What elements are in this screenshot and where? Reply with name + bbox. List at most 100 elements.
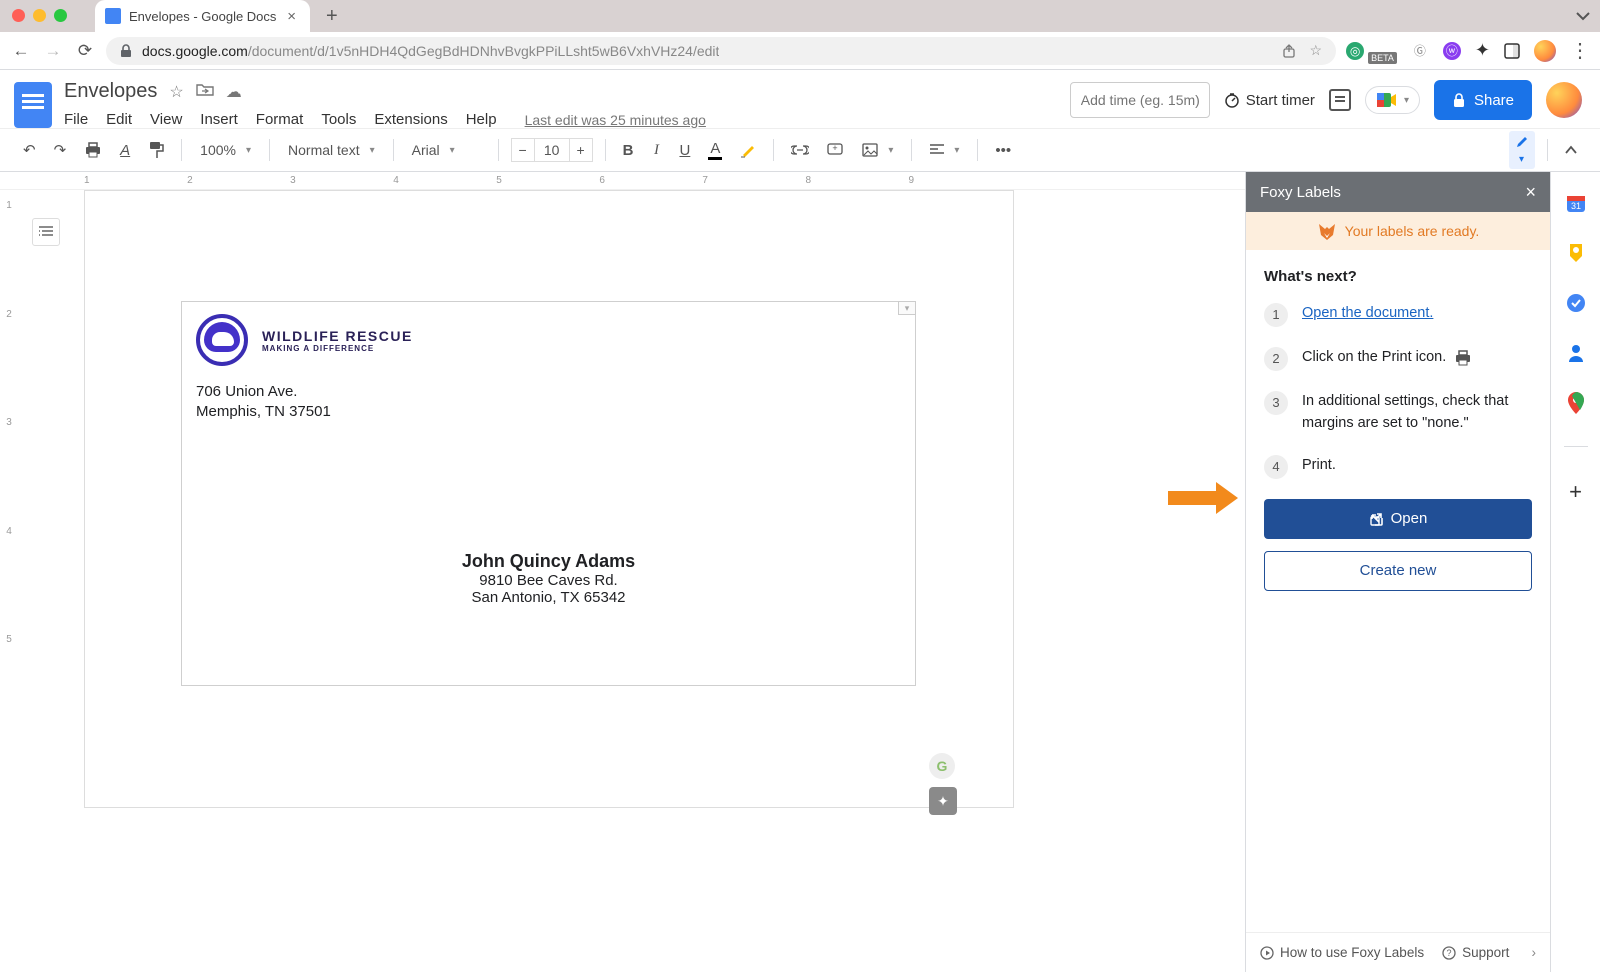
- highlight-button[interactable]: [735, 138, 761, 162]
- menu-file[interactable]: File: [64, 111, 88, 128]
- side-panel-icon[interactable]: [1504, 43, 1520, 59]
- font-size-control[interactable]: − 10 +: [511, 138, 593, 162]
- chrome-menu-icon[interactable]: ⋮: [1570, 38, 1590, 63]
- extensions-menu-icon[interactable]: ✦: [1475, 40, 1490, 61]
- close-addon-icon[interactable]: ×: [1525, 182, 1536, 203]
- last-edit-link[interactable]: Last edit was 25 minutes ago: [525, 112, 706, 128]
- back-button[interactable]: ←: [10, 41, 32, 61]
- chevron-down-icon: ▾: [1404, 95, 1409, 106]
- envelope-content[interactable]: ▾ WILDLIFE RESCUE MAKING A DIFFERENCE 70…: [181, 301, 916, 686]
- more-tools-button[interactable]: •••: [990, 138, 1016, 163]
- align-button[interactable]: ▾: [924, 140, 965, 160]
- docs-logo[interactable]: [14, 82, 52, 128]
- meet-button[interactable]: ▾: [1365, 86, 1420, 114]
- bold-button[interactable]: B: [618, 138, 639, 163]
- step-3: 3 In additional settings, check that mar…: [1264, 391, 1532, 435]
- sender-tagline: MAKING A DIFFERENCE: [262, 344, 413, 353]
- window-controls[interactable]: [12, 9, 67, 22]
- open-label: Open: [1391, 510, 1428, 527]
- increase-font-button[interactable]: +: [569, 138, 593, 162]
- redo-button[interactable]: ↷: [49, 137, 72, 163]
- link-button[interactable]: [786, 141, 814, 159]
- text-color-button[interactable]: A: [703, 136, 727, 164]
- return-address-line2: Memphis, TN 37501: [196, 402, 901, 422]
- contacts-icon[interactable]: [1565, 342, 1587, 364]
- grammarly-icon[interactable]: Ⓖ: [1411, 42, 1429, 60]
- spellcheck-button[interactable]: A: [115, 138, 135, 163]
- menu-view[interactable]: View: [150, 111, 182, 128]
- menu-help[interactable]: Help: [466, 111, 497, 128]
- menu-extensions[interactable]: Extensions: [374, 111, 447, 128]
- zoom-select[interactable]: 100%▾: [194, 138, 257, 162]
- document-canvas[interactable]: 123456789 12345 ▾ WILDLIFE RESCUE: [0, 172, 1245, 972]
- tasks-icon[interactable]: [1565, 292, 1587, 314]
- extension-icon-2[interactable]: ⓦ: [1443, 42, 1461, 60]
- image-button[interactable]: ▾: [856, 139, 899, 161]
- lock-icon: [120, 44, 132, 58]
- explore-button[interactable]: ✦: [929, 787, 957, 815]
- addon-header: Foxy Labels ×: [1246, 172, 1550, 212]
- style-select[interactable]: Normal text▾: [282, 138, 381, 162]
- document-title[interactable]: Envelopes: [64, 80, 157, 103]
- extension-icon[interactable]: ◎: [1346, 42, 1364, 60]
- support-link[interactable]: ? Support: [1442, 945, 1509, 960]
- address-bar[interactable]: docs.google.com/document/d/1v5nHDH4QdGeg…: [106, 37, 1336, 65]
- account-avatar[interactable]: [1546, 82, 1582, 118]
- outline-toggle-button[interactable]: [32, 218, 60, 246]
- comment-button[interactable]: +: [822, 139, 848, 161]
- url-text: docs.google.com/document/d/1v5nHDH4QdGeg…: [142, 43, 719, 59]
- step-number: 1: [1264, 303, 1288, 327]
- font-size-value[interactable]: 10: [535, 138, 569, 162]
- print-icon: [1454, 350, 1472, 366]
- add-time-input[interactable]: [1070, 82, 1210, 118]
- step-2: 2 Click on the Print icon.: [1264, 347, 1532, 371]
- menu-insert[interactable]: Insert: [200, 111, 238, 128]
- browser-tab[interactable]: Envelopes - Google Docs ×: [95, 0, 310, 32]
- close-tab-icon[interactable]: ×: [287, 8, 296, 25]
- new-tab-button[interactable]: +: [326, 5, 338, 28]
- start-timer-button[interactable]: Start timer: [1224, 92, 1315, 109]
- tab-overflow-icon[interactable]: [1576, 11, 1590, 21]
- how-to-link[interactable]: How to use Foxy Labels: [1260, 945, 1424, 960]
- print-button[interactable]: [79, 138, 107, 162]
- share-url-icon[interactable]: [1282, 44, 1296, 58]
- keep-icon[interactable]: [1565, 242, 1587, 264]
- maps-icon[interactable]: [1565, 392, 1587, 414]
- comments-icon[interactable]: [1329, 89, 1351, 111]
- vertical-ruler[interactable]: 12345: [0, 190, 18, 972]
- menu-format[interactable]: Format: [256, 111, 304, 128]
- open-document-link[interactable]: Open the document.: [1302, 305, 1433, 321]
- timer-icon: [1224, 92, 1240, 108]
- undo-button[interactable]: ↶: [18, 137, 41, 163]
- addon-title: Foxy Labels: [1260, 184, 1341, 201]
- decrease-font-button[interactable]: −: [511, 138, 535, 162]
- open-button[interactable]: Open: [1264, 499, 1532, 539]
- move-icon[interactable]: [196, 82, 214, 102]
- lock-icon: [1452, 92, 1466, 108]
- star-icon[interactable]: ☆: [169, 82, 183, 102]
- grammarly-badge[interactable]: G: [929, 753, 955, 779]
- step-number: 4: [1264, 455, 1288, 479]
- calendar-icon[interactable]: 31: [1565, 192, 1587, 214]
- get-addons-button[interactable]: +: [1569, 479, 1582, 505]
- docs-favicon: [105, 8, 121, 24]
- create-new-button[interactable]: Create new: [1264, 551, 1532, 591]
- bookmark-icon[interactable]: ☆: [1310, 42, 1323, 59]
- reload-button[interactable]: ⟳: [74, 41, 96, 61]
- editing-mode-button[interactable]: ▾: [1509, 131, 1535, 169]
- font-select[interactable]: Arial▾: [406, 138, 486, 162]
- share-button[interactable]: Share: [1434, 80, 1532, 120]
- chrome-profile-avatar[interactable]: [1534, 40, 1556, 62]
- menu-edit[interactable]: Edit: [106, 111, 132, 128]
- underline-button[interactable]: U: [674, 138, 695, 163]
- menu-tools[interactable]: Tools: [321, 111, 356, 128]
- cloud-status-icon[interactable]: ☁: [226, 82, 242, 102]
- table-handle-icon[interactable]: ▾: [898, 301, 916, 315]
- callout-arrow: [1168, 483, 1238, 513]
- horizontal-ruler[interactable]: 123456789: [0, 172, 1245, 190]
- paint-format-button[interactable]: [143, 137, 169, 163]
- footer-expand-icon[interactable]: ›: [1532, 945, 1537, 960]
- pencil-icon: [1515, 135, 1529, 149]
- collapse-panel-button[interactable]: [1560, 141, 1582, 159]
- italic-button[interactable]: I: [646, 138, 666, 163]
